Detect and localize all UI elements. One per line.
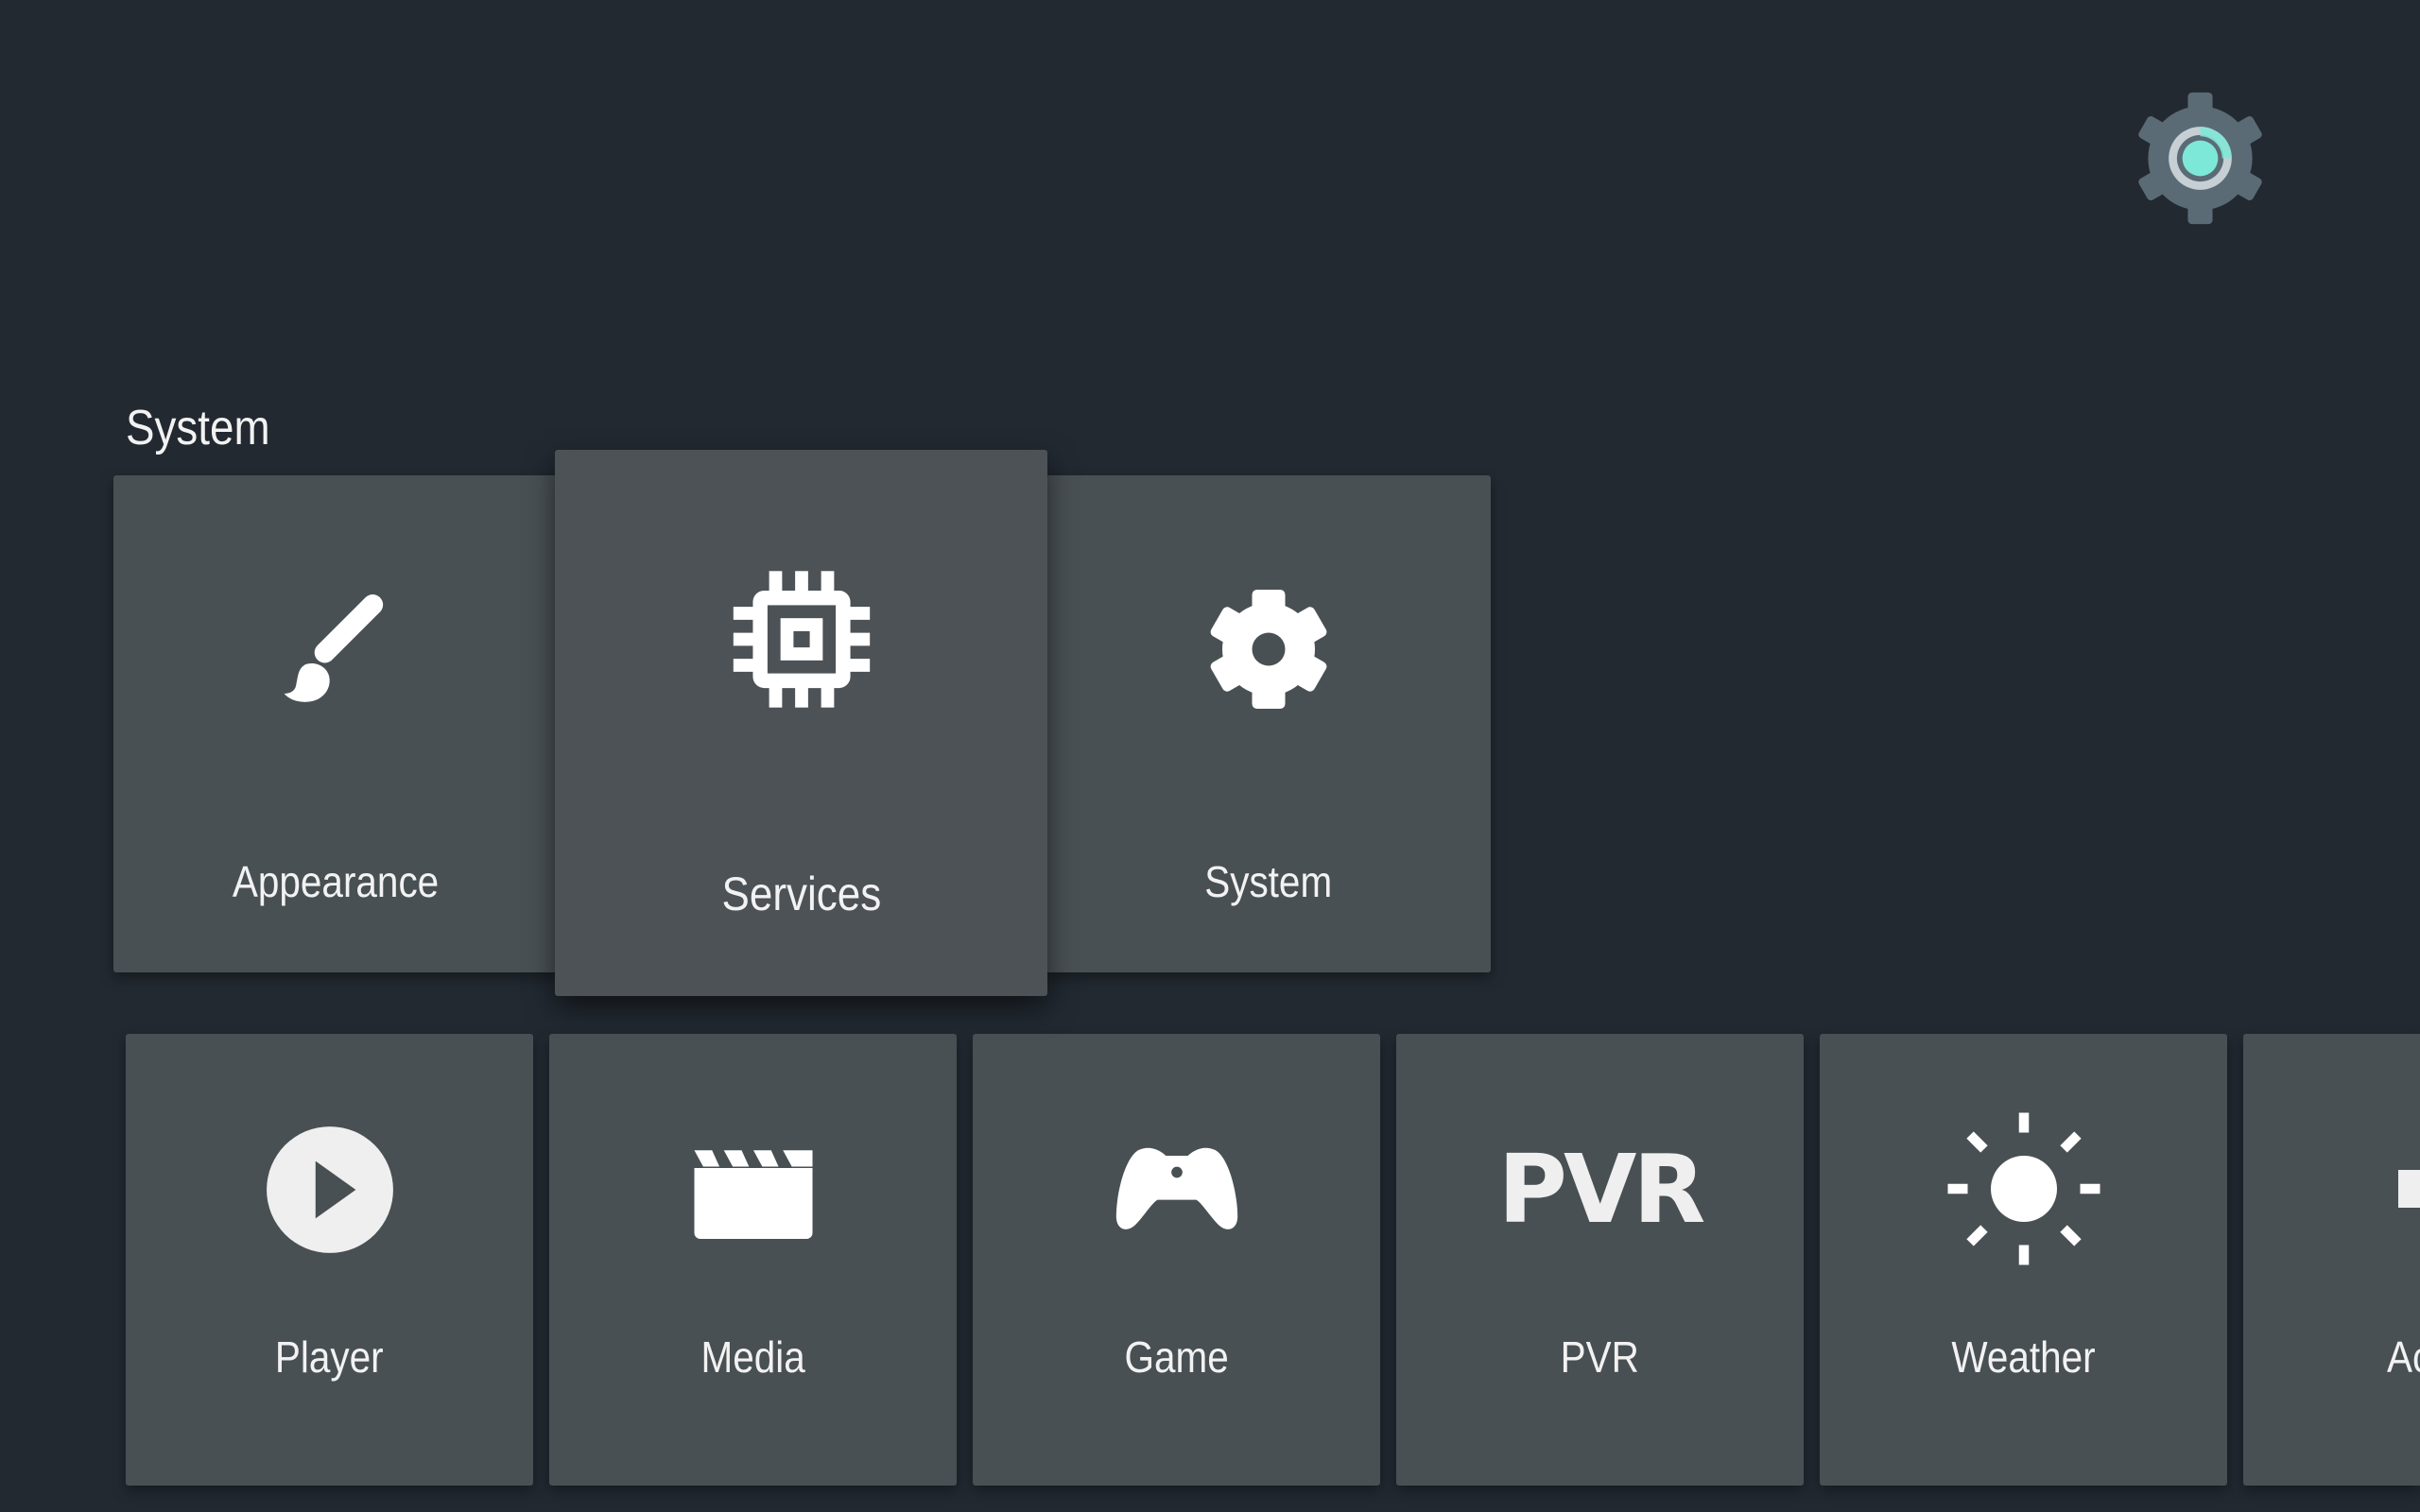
tile-label: Services	[721, 868, 881, 920]
tile-game[interactable]: Game	[973, 1034, 1380, 1486]
tile-player[interactable]: Player	[126, 1034, 533, 1486]
paintbrush-icon	[284, 594, 384, 702]
tile-label: Player	[275, 1332, 384, 1382]
tile-label: Appearance	[232, 857, 440, 906]
settings-logo-icon	[2138, 92, 2262, 225]
tile-label: Ac	[2387, 1332, 2420, 1382]
tile-label: Media	[700, 1332, 805, 1382]
tile-system[interactable]: System	[1046, 475, 1491, 972]
tile-label: Weather	[1951, 1332, 2096, 1382]
tile-media[interactable]: Media	[549, 1034, 957, 1486]
tile-partial[interactable]: Ac	[2243, 1034, 2420, 1486]
tile-label: PVR	[1560, 1332, 1640, 1382]
clapperboard-icon	[694, 1150, 812, 1239]
tile-label: Game	[1124, 1332, 1229, 1382]
tile-appearance[interactable]: Appearance	[113, 475, 558, 972]
gamepad-icon	[1115, 1147, 1237, 1229]
tile-label: System	[1204, 857, 1332, 906]
settings-home-screen: System Appearance Services System Player…	[0, 0, 2420, 1512]
section-title: System	[126, 401, 270, 455]
tile-pvr[interactable]: PVR PVR	[1396, 1034, 1804, 1486]
tile-weather[interactable]: Weather	[1820, 1034, 2227, 1486]
pvr-icon: PVR	[1497, 1134, 1706, 1245]
chip-icon	[733, 571, 870, 708]
partial-icon	[2398, 1170, 2420, 1208]
gear-icon	[1210, 590, 1326, 709]
play-circle-icon	[266, 1126, 393, 1253]
tile-services[interactable]: Services	[555, 450, 1047, 996]
sun-icon	[1947, 1112, 2100, 1265]
